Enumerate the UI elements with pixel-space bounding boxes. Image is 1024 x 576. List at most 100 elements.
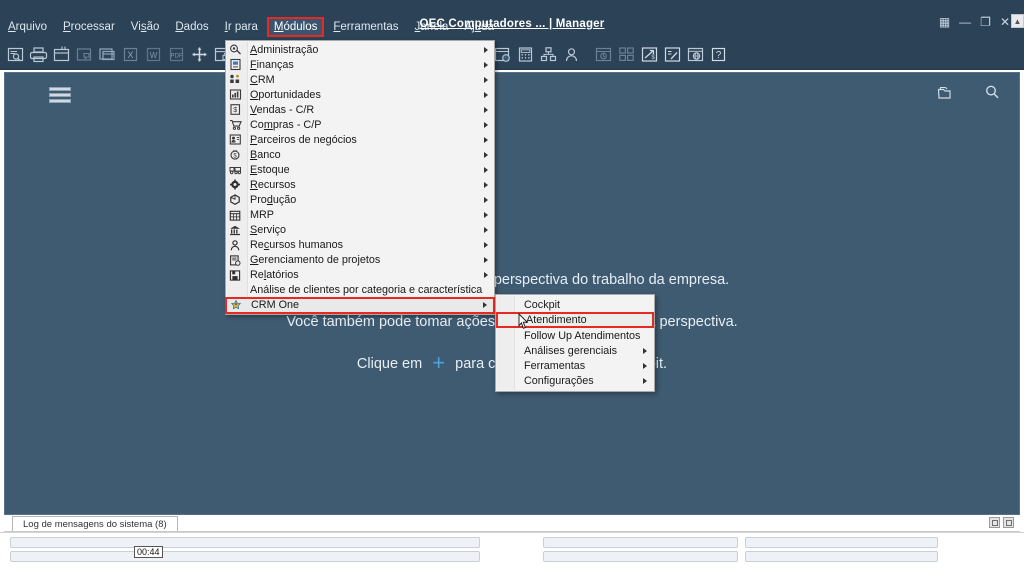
- cockpit-header-actions: [935, 83, 1001, 106]
- submenu-option-configuracoes[interactable]: Configurações: [496, 373, 654, 388]
- scrollbar-up-arrow[interactable]: ▲: [1011, 14, 1024, 28]
- menu-option-analise-de-clientes[interactable]: Análise de clientes por categoria e cara…: [226, 283, 494, 298]
- chevron-right-icon: [484, 61, 488, 68]
- print-preview-icon[interactable]: [52, 45, 71, 64]
- cta-before-text: Clique em: [356, 356, 423, 372]
- resources-icon: [228, 178, 243, 191]
- menu-item-arquivo[interactable]: Arquivo: [1, 17, 54, 37]
- main-toolbar: X W PDF $ $: [0, 40, 1024, 70]
- grid-icon[interactable]: ▦: [939, 16, 950, 28]
- menu-item-ir-para[interactable]: Ir para: [218, 17, 265, 37]
- approve-icon[interactable]: [663, 45, 682, 64]
- maximize-panel-icon[interactable]: [1003, 517, 1014, 528]
- chevron-right-icon: [484, 46, 488, 53]
- restore-panel-icon[interactable]: [989, 517, 1000, 528]
- calculator-icon[interactable]: [516, 45, 535, 64]
- menu-option-gerenciamento-de-projetos[interactable]: Gerenciamento de projetos: [226, 253, 494, 268]
- submenu-option-cockpit[interactable]: Cockpit: [496, 297, 654, 312]
- crm-one-submenu: Cockpit Atendimento Follow Up Atendiment…: [495, 294, 655, 392]
- status-field-company: [543, 551, 738, 562]
- submenu-option-atendimento[interactable]: Atendimento: [496, 312, 654, 328]
- menu-option-banco[interactable]: $ Banco: [226, 147, 494, 162]
- email-icon[interactable]: [75, 45, 94, 64]
- menu-option-relatorios[interactable]: Relatórios: [226, 268, 494, 283]
- minimize-icon[interactable]: —: [959, 16, 971, 28]
- menu-option-recursos-humanos[interactable]: Recursos humanos: [226, 238, 494, 253]
- submenu-option-label: Atendimento: [526, 314, 587, 326]
- window-controls: ▦ — ❐ ✕: [939, 16, 1010, 28]
- menu-item-modulos[interactable]: Módulos: [266, 17, 325, 37]
- status-field-message: [10, 537, 480, 548]
- menu-option-administracao[interactable]: Administração: [226, 42, 494, 57]
- pdf-export-icon[interactable]: PDF: [167, 45, 186, 64]
- status-field-date: [745, 537, 938, 548]
- plus-icon[interactable]: +: [432, 352, 445, 374]
- calendar-alert-icon[interactable]: [493, 45, 512, 64]
- menu-option-compras-cp[interactable]: Compras - C/P: [226, 117, 494, 132]
- submenu-option-follow-up-atendimentos[interactable]: Follow Up Atendimentos: [496, 328, 654, 343]
- find-icon[interactable]: [6, 45, 25, 64]
- menu-icon[interactable]: [49, 87, 71, 103]
- move-icon[interactable]: [190, 45, 209, 64]
- word-export-icon[interactable]: W: [144, 45, 163, 64]
- menu-item-visao[interactable]: Visão: [124, 17, 167, 37]
- submenu-option-ferramentas[interactable]: Ferramentas: [496, 358, 654, 373]
- menu-item-processar[interactable]: Processar: [56, 17, 122, 37]
- menu-option-oportunidades[interactable]: Oportunidades: [226, 87, 494, 102]
- user-icon[interactable]: [562, 45, 581, 64]
- activity-icon[interactable]: [594, 45, 613, 64]
- excel-export-icon[interactable]: X: [121, 45, 140, 64]
- menu-option-label: Relatórios: [250, 269, 299, 282]
- dashboard-icon[interactable]: [617, 45, 636, 64]
- menu-option-mrp[interactable]: MRP: [226, 208, 494, 223]
- chevron-right-icon: [484, 212, 488, 219]
- menu-option-crm-one[interactable]: CRM One: [225, 296, 495, 314]
- human-resources-icon: [228, 239, 243, 252]
- submenu-option-analises-gerenciais[interactable]: Análises gerenciais: [496, 343, 654, 358]
- menu-option-recursos[interactable]: Recursos: [226, 177, 494, 192]
- menu-item-ferramentas[interactable]: Ferramentas: [326, 17, 405, 37]
- copy-window-icon[interactable]: [98, 45, 117, 64]
- service-icon: [228, 224, 243, 237]
- menu-option-label: Recursos humanos: [250, 239, 344, 252]
- restore-window-icon[interactable]: [935, 83, 953, 106]
- help-icon[interactable]: ?: [709, 45, 728, 64]
- svg-text:W: W: [150, 51, 158, 60]
- chevron-right-icon: [484, 242, 488, 249]
- sales-analysis-icon[interactable]: $: [640, 45, 659, 64]
- administration-icon: [228, 43, 243, 56]
- menu-option-label: Parceiros de negócios: [250, 133, 357, 146]
- svg-text:?: ?: [716, 50, 722, 61]
- close-icon[interactable]: ✕: [1000, 16, 1010, 28]
- menu-option-parceiros-de-negocios[interactable]: Parceiros de negócios: [226, 132, 494, 147]
- menu-option-vendas-cr[interactable]: $ Vendas - C/R: [226, 102, 494, 117]
- log-messages-tab[interactable]: Log de mensagens do sistema (8): [12, 516, 178, 531]
- menu-item-janela[interactable]: Janela: [408, 17, 456, 37]
- status-field-extra: [745, 551, 938, 562]
- chevron-right-icon: [643, 347, 647, 354]
- menu-option-producao[interactable]: Produção: [226, 192, 494, 207]
- menu-option-label: Oportunidades: [250, 88, 321, 101]
- menu-option-label: Banco: [250, 148, 281, 161]
- menu-option-label: MRP: [250, 209, 274, 222]
- status-field-user: [543, 537, 738, 548]
- production-icon: [228, 193, 243, 206]
- menu-option-estoque[interactable]: Estoque: [226, 162, 494, 177]
- reports-icon: [228, 269, 243, 282]
- menu-option-financas[interactable]: Finanças: [226, 57, 494, 72]
- menu-option-label: Compras - C/P: [250, 118, 322, 131]
- svg-text:$: $: [651, 55, 655, 61]
- menu-option-servico[interactable]: Serviço: [226, 223, 494, 238]
- print-icon[interactable]: [29, 45, 48, 64]
- submenu-option-label: Configurações: [524, 374, 594, 387]
- menu-item-ajuda[interactable]: Ajuda: [457, 17, 500, 37]
- restore-icon[interactable]: ❐: [980, 16, 991, 28]
- chevron-right-icon: [484, 257, 488, 264]
- menu-option-crm[interactable]: CRM: [226, 72, 494, 87]
- svg-text:X: X: [127, 50, 133, 60]
- menu-item-dados[interactable]: Dados: [168, 17, 215, 37]
- org-chart-icon[interactable]: [539, 45, 558, 64]
- search-icon[interactable]: [983, 83, 1001, 106]
- submenu-option-label: Cockpit: [524, 298, 561, 311]
- browser-icon[interactable]: [686, 45, 705, 64]
